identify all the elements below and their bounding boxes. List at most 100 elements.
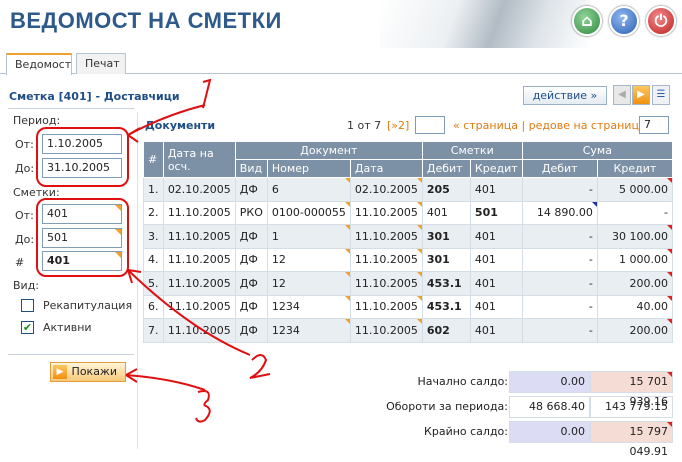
cell-number: 1234 — [266, 318, 351, 343]
cell-num: 1. — [143, 177, 164, 202]
annotation-1 — [202, 78, 212, 109]
cell-date: 11.10.2005 — [162, 318, 236, 343]
col-sum: Сума — [521, 141, 674, 160]
cell-sum-credit: 200.00 — [596, 318, 674, 343]
pager-text: « страница | редове на страница » — [453, 119, 656, 132]
cell-num: 2. — [143, 200, 164, 225]
col-date: Дата на осч. — [162, 141, 236, 178]
cell-acc-credit: 401 — [469, 271, 523, 296]
turnover-row: Обороти за периода: 48 668.40 143 779.15 — [143, 396, 673, 418]
next-icon[interactable]: ▶ — [632, 85, 650, 105]
cell-acc-credit: 401 — [469, 247, 523, 272]
account-title: Сметка [401] - Доставчици — [9, 90, 180, 103]
cell-sum-debit: - — [521, 247, 598, 272]
accounts-label: Сметки: — [13, 186, 60, 199]
recap-label: Рекапитулация — [43, 299, 133, 312]
cell-doc-date: 11.10.2005 — [349, 224, 423, 249]
cell-type: ДФ — [234, 224, 268, 249]
cell-date: 02.10.2005 — [162, 177, 236, 202]
documents-title: Документи — [145, 119, 216, 132]
cell-num: 3. — [143, 224, 164, 249]
cell-sum-debit: - — [521, 294, 598, 319]
col-doc-date: Дата — [349, 159, 423, 178]
table-row[interactable]: 5. 11.10.2005 ДФ 12 11.10.2005 453.1 401-200.0… — [143, 271, 674, 296]
cell-acc-debit: 453.1 — [421, 271, 471, 296]
account-number-label: # — [15, 256, 25, 269]
cell-sum-credit: 1 000.00 — [596, 247, 674, 272]
app-header: ВЕДОМОСТ НА СМЕТКИ ⌂ ? ⏻ — [0, 0, 682, 48]
opening-balance-row: Начално салдо: 0.00 15 701 939.16 — [143, 371, 673, 408]
cell-date: 11.10.2005 — [162, 200, 236, 225]
tab-print[interactable]: Печат — [76, 53, 126, 74]
cell-acc-debit: 205 — [421, 177, 471, 202]
cell-sum-debit: - — [521, 271, 598, 296]
cell-sum-credit: 30 100.00 — [596, 224, 674, 249]
home-icon[interactable]: ⌂ — [572, 6, 602, 36]
help-icon[interactable]: ? — [609, 6, 639, 36]
cell-acc-debit: 453.1 — [421, 294, 471, 319]
cell-acc-debit: 401 — [421, 200, 471, 225]
page-input[interactable] — [415, 116, 445, 134]
table-row[interactable]: 7. 11.10.2005 ДФ 1234 11.10.2005 602 401-200.0… — [143, 318, 674, 343]
accounts-from-field[interactable]: 401 — [42, 204, 122, 224]
cell-type: ДФ — [234, 177, 268, 202]
total-credit: 15 701 939.16 — [590, 371, 673, 408]
table-row[interactable]: 2. 11.10.2005 РКО 0100-000055 11.10.2005 401 5… — [143, 200, 674, 225]
cell-doc-date: 11.10.2005 — [349, 271, 423, 296]
accounts-from-label: От: — [15, 209, 34, 222]
recap-checkbox[interactable] — [21, 299, 34, 312]
documents-table: # Дата на осч. Документ Сметки Сума Вид … — [143, 141, 674, 343]
cell-doc-date: 11.10.2005 — [349, 247, 423, 272]
cell-date: 11.10.2005 — [162, 247, 236, 272]
arrow-right-icon: ▶ — [53, 365, 67, 379]
bird-graphic — [380, 0, 590, 48]
total-credit: 143 779.15 — [590, 396, 673, 418]
cell-doc-date: 02.10.2005 — [349, 177, 423, 202]
account-number-field[interactable]: 401 — [42, 251, 122, 271]
period-to-field[interactable]: 31.10.2005 — [42, 158, 122, 178]
cell-sum-debit: 14 890.00 — [521, 200, 598, 225]
cell-type: ДФ — [234, 271, 268, 296]
panel-divider — [137, 112, 138, 449]
cell-num: 5. — [143, 271, 164, 296]
active-checkbox[interactable]: ✔ — [21, 321, 34, 334]
power-icon[interactable]: ⏻ — [646, 6, 676, 36]
col-sum-credit: Кредит — [596, 159, 674, 178]
total-debit: 48 668.40 — [509, 396, 590, 418]
table-row[interactable]: 3. 11.10.2005 ДФ 1 11.10.2005 301 401-30 100.0… — [143, 224, 674, 249]
cell-acc-credit: 401 — [469, 224, 523, 249]
col-acc-debit: Дебит — [421, 159, 471, 178]
accounts-to-label: До: — [15, 233, 35, 246]
rows-per-page-input[interactable]: 7 — [639, 116, 669, 134]
cell-doc-date: 11.10.2005 — [349, 294, 423, 319]
accounts-to-field[interactable]: 501 — [42, 228, 122, 248]
view-label: Вид: — [13, 279, 40, 292]
divider — [8, 354, 134, 355]
col-document: Документ — [234, 141, 423, 160]
period-from-label: От: — [15, 138, 34, 151]
pager-info: 1 от 7 — [347, 119, 382, 132]
cell-acc-debit: 602 — [421, 318, 471, 343]
table-row[interactable]: 1. 02.10.2005 ДФ 6 02.10.2005 205 401-5 000.00 — [143, 177, 674, 202]
period-from-field[interactable]: 1.10.2005 — [42, 134, 122, 154]
cell-number: 0100-000055 — [266, 200, 351, 225]
tab-statement[interactable]: Ведомост — [6, 53, 72, 75]
total-label: Начално салдо: — [417, 375, 508, 388]
cell-number: 12 — [266, 271, 351, 296]
prev-icon[interactable]: ◀ — [613, 85, 631, 105]
cell-doc-date: 11.10.2005 — [349, 318, 423, 343]
action-button[interactable]: действие » — [523, 86, 607, 105]
table-row[interactable]: 4. 11.10.2005 ДФ 12 11.10.2005 301 401-1 000.0… — [143, 247, 674, 272]
col-sum-debit: Дебит — [521, 159, 598, 178]
pager-next-link[interactable]: [»2] — [387, 119, 409, 132]
list-icon[interactable]: ☰ — [652, 85, 670, 105]
show-button[interactable]: ▶ Покажи — [50, 362, 126, 382]
cell-sum-credit: 5 000.00 — [596, 177, 674, 202]
col-accounts: Сметки — [421, 141, 523, 160]
col-type: Вид — [234, 159, 268, 178]
col-number: Номер — [266, 159, 351, 178]
cell-number: 1 — [266, 224, 351, 249]
cell-type: РКО — [234, 200, 268, 225]
table-row[interactable]: 6. 11.10.2005 ДФ 1234 11.10.2005 453.1 401-40.… — [143, 294, 674, 319]
total-debit: 0.00 — [509, 421, 590, 443]
